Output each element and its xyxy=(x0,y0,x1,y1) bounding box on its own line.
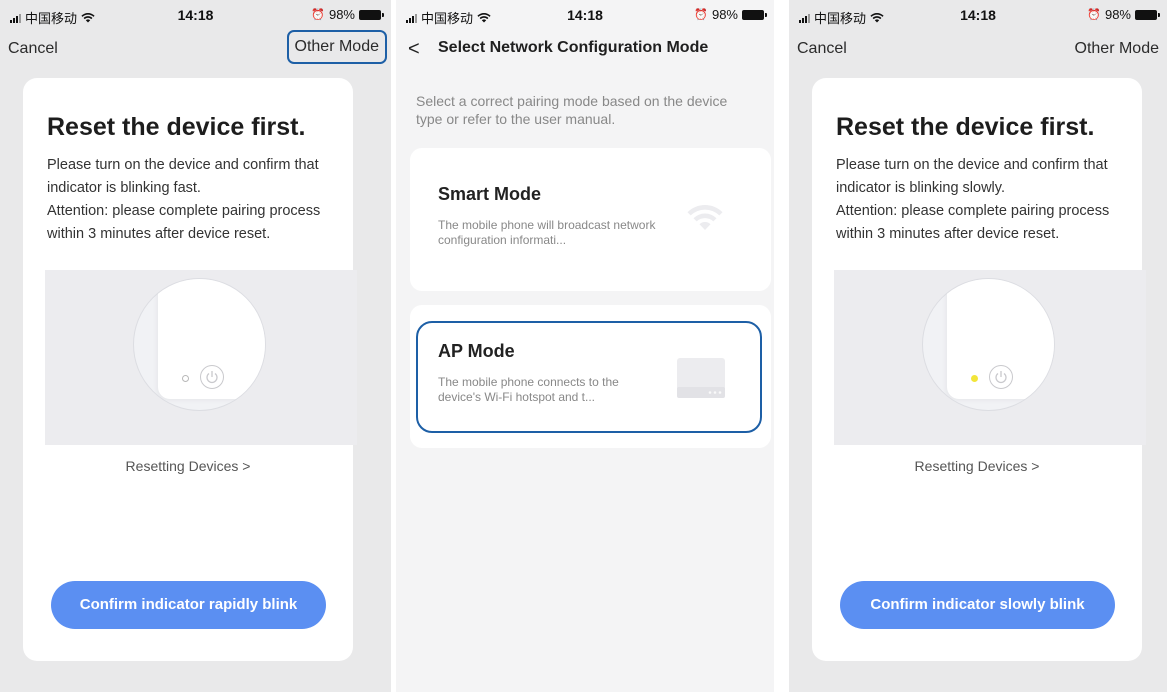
nav-bar: Cancel Other Mode xyxy=(0,30,391,66)
reset-slow-screen: 中国移动 14:18 ⏰ 98% Cancel Other Mode Reset… xyxy=(789,0,1167,692)
other-mode-button[interactable]: Other Mode xyxy=(286,30,387,64)
alarm-icon: ⏰ xyxy=(1087,9,1101,21)
battery: ⏰ 98% xyxy=(311,7,384,22)
clock: 14:18 xyxy=(177,7,214,23)
page-title: Reset the device first. xyxy=(836,113,1095,141)
carrier: 中国移动 xyxy=(10,8,95,27)
status-bar: 中国移动 14:18 ⏰ 98% xyxy=(396,0,774,32)
mode-description: The mobile phone will broadcast network … xyxy=(438,218,656,247)
device-illustration xyxy=(834,270,1146,445)
instruction-line: Please turn on the device and confirm th… xyxy=(836,157,1108,173)
carrier: 中国移动 xyxy=(406,8,491,27)
device-illustration xyxy=(45,270,357,445)
carrier-label: 中国移动 xyxy=(421,11,474,26)
indicator-light-icon xyxy=(971,375,978,382)
confirm-rapid-blink-button[interactable]: Confirm indicator rapidly blink xyxy=(51,581,326,629)
alarm-icon: ⏰ xyxy=(694,9,708,21)
battery: ⏰ 98% xyxy=(694,7,767,22)
signal-icon xyxy=(799,13,810,23)
confirm-slow-blink-button[interactable]: Confirm indicator slowly blink xyxy=(840,581,1115,629)
wifi-status-icon xyxy=(477,12,491,22)
select-mode-screen: 中国移动 14:18 ⏰ 98% < Select Network Config… xyxy=(396,0,774,692)
power-icon xyxy=(200,365,224,389)
instruction-line: Attention: please complete pairing proce… xyxy=(836,203,1110,219)
battery-icon xyxy=(1135,9,1160,20)
other-mode-button[interactable]: Other Mode xyxy=(1075,40,1159,58)
signal-icon xyxy=(406,13,417,23)
reset-card: Reset the device first. Please turn on t… xyxy=(23,78,357,661)
battery-icon xyxy=(742,9,767,20)
battery-icon xyxy=(359,9,384,20)
signal-icon xyxy=(10,13,21,23)
divider xyxy=(774,0,789,692)
resetting-devices-link[interactable]: Resetting Devices > xyxy=(23,458,353,474)
status-bar: 中国移动 14:18 ⏰ 98% xyxy=(0,0,391,32)
nav-bar: Cancel Other Mode xyxy=(789,36,1167,66)
alarm-icon: ⏰ xyxy=(311,9,325,21)
mode-description: The mobile phone connects to the device'… xyxy=(438,375,619,404)
power-icon xyxy=(989,365,1013,389)
status-bar: 中国移动 14:18 ⏰ 98% xyxy=(789,0,1167,32)
instructions: Please turn on the device and confirm th… xyxy=(836,154,1136,246)
device-circle xyxy=(133,278,266,411)
page-title: Select Network Configuration Mode xyxy=(438,39,709,56)
battery: ⏰ 98% xyxy=(1087,7,1160,22)
carrier-label: 中国移动 xyxy=(814,11,867,26)
clock: 14:18 xyxy=(567,7,603,23)
router-icon xyxy=(677,358,725,398)
battery-percent: 98% xyxy=(711,7,738,22)
carrier-label: 中国移动 xyxy=(25,11,78,26)
mode-title: AP Mode xyxy=(438,341,515,361)
instruction-line: within 3 minutes after device reset. xyxy=(47,226,271,242)
hint-text: Select a correct pairing mode based on t… xyxy=(416,93,728,127)
smart-mode-card[interactable]: Smart Mode The mobile phone will broadca… xyxy=(410,148,771,291)
wifi-status-icon xyxy=(81,12,95,22)
wifi-icon xyxy=(687,205,723,230)
reset-fast-screen: 中国移动 14:18 ⏰ 98% Cancel Other Mode Reset… xyxy=(0,0,391,692)
instruction-line: Attention: please complete pairing proce… xyxy=(47,203,321,219)
instruction-line: within 3 minutes after device reset. xyxy=(836,226,1060,242)
battery-percent: 98% xyxy=(328,7,355,22)
cancel-button[interactable]: Cancel xyxy=(797,40,847,58)
page-title: Reset the device first. xyxy=(47,113,306,141)
resetting-devices-link[interactable]: Resetting Devices > xyxy=(812,458,1142,474)
clock: 14:18 xyxy=(960,7,996,23)
indicator-light-icon xyxy=(182,375,189,382)
carrier: 中国移动 xyxy=(799,8,884,27)
battery-percent: 98% xyxy=(1104,7,1131,22)
back-button[interactable]: < xyxy=(408,38,420,61)
instructions: Please turn on the device and confirm th… xyxy=(47,154,347,246)
wifi-status-icon xyxy=(870,12,884,22)
device-circle xyxy=(922,278,1055,411)
ap-mode-card[interactable]: AP Mode The mobile phone connects to the… xyxy=(410,305,771,448)
instruction-line: Please turn on the device and confirm th… xyxy=(47,157,319,173)
nav-bar: < Select Network Configuration Mode xyxy=(396,36,774,66)
reset-card: Reset the device first. Please turn on t… xyxy=(812,78,1146,661)
cancel-button[interactable]: Cancel xyxy=(8,40,58,58)
instruction-line: indicator is blinking fast. xyxy=(47,180,201,196)
mode-title: Smart Mode xyxy=(438,184,542,204)
instruction-line: indicator is blinking slowly. xyxy=(836,180,1005,196)
